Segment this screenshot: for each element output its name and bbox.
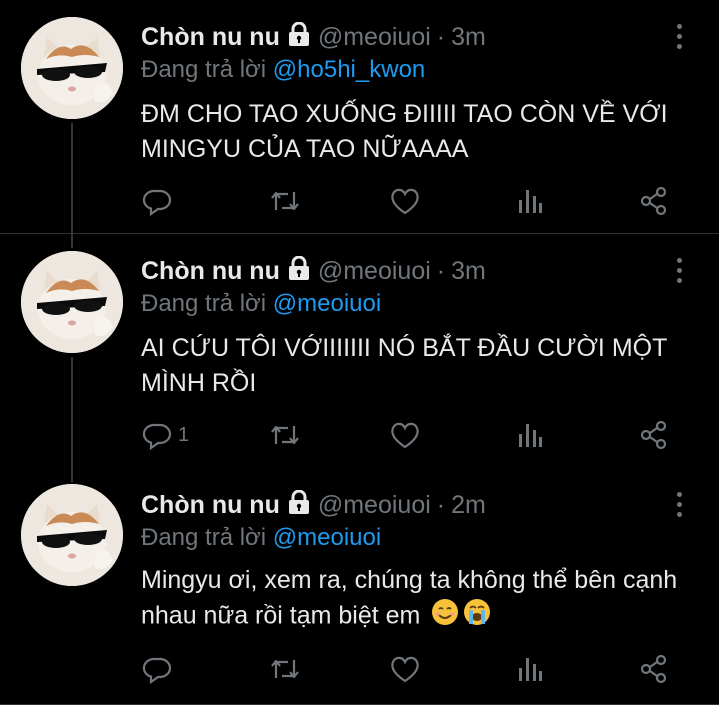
- cat-with-sunglasses-image: [21, 484, 123, 586]
- reply-prefix: Đang trả lời: [141, 524, 267, 551]
- action-bar: [0, 654, 719, 684]
- more-options-icon[interactable]: [675, 258, 685, 288]
- tweet[interactable]: Chòn nu nu @meoiuoi · 2m Đang trả lời @m…: [0, 468, 719, 705]
- reply-context: Đang trả lời @meoiuoi: [141, 290, 381, 318]
- separator-dot: ·: [436, 491, 446, 519]
- like-button[interactable]: [389, 654, 421, 684]
- analytics-icon: [519, 658, 542, 681]
- loudly-crying-face-emoji: [463, 598, 491, 636]
- tweet-text-container: Mingyu ơi, xem ra, chúng ta không thể bê…: [141, 563, 695, 636]
- reply-context: Đang trả lời @ho5hi_kwon: [141, 56, 425, 84]
- share-icon: [640, 186, 667, 216]
- tweet-header: Chòn nu nu @meoiuoi · 3m: [141, 21, 486, 53]
- reply-button[interactable]: 1: [142, 420, 189, 450]
- reply-prefix: Đang trả lời: [141, 56, 267, 83]
- more-options-icon[interactable]: [675, 24, 685, 54]
- like-button[interactable]: [389, 186, 421, 216]
- cat-with-sunglasses-image: [21, 17, 123, 119]
- lock-icon: [288, 21, 310, 53]
- timestamp[interactable]: 2m: [451, 491, 486, 520]
- reply-mention-link[interactable]: @meoiuoi: [273, 524, 381, 551]
- tweet[interactable]: Chòn nu nu @meoiuoi · 3m Đang trả lời @m…: [0, 234, 719, 468]
- retweet-button[interactable]: [268, 186, 302, 216]
- tweet-header: Chòn nu nu @meoiuoi · 2m: [141, 489, 486, 521]
- share-button[interactable]: [639, 420, 669, 450]
- user-handle[interactable]: @meoiuoi: [318, 257, 431, 286]
- retweet-button[interactable]: [268, 420, 302, 450]
- tweet-text: Mingyu ơi, xem ra, chúng ta không thể bê…: [141, 566, 678, 630]
- reply-mention-link[interactable]: @ho5hi_kwon: [273, 56, 425, 83]
- views-button[interactable]: [516, 420, 544, 450]
- display-name[interactable]: Chòn nu nu: [141, 257, 280, 286]
- action-bar: [0, 186, 719, 216]
- user-handle[interactable]: @meoiuoi: [318, 491, 431, 520]
- reply-icon: [142, 657, 172, 684]
- heart-icon: [391, 422, 419, 449]
- tweet[interactable]: Chòn nu nu @meoiuoi · 3m Đang trả lời @h…: [0, 0, 719, 234]
- retweet-icon: [271, 425, 299, 445]
- smiling-face-emoji: [431, 598, 459, 636]
- tweet-text: AI CỨU TÔI VỚIIIIIII NÓ BẮT ĐẦU CƯỜI MỘT…: [141, 334, 667, 397]
- user-handle[interactable]: @meoiuoi: [318, 23, 431, 52]
- reply-icon: [142, 423, 172, 450]
- share-button[interactable]: [639, 186, 669, 216]
- analytics-icon: [519, 424, 542, 447]
- tweet-header: Chòn nu nu @meoiuoi · 3m: [141, 255, 486, 287]
- action-bar: 1: [0, 420, 719, 450]
- reply-button[interactable]: [142, 186, 178, 216]
- reply-context: Đang trả lời @meoiuoi: [141, 524, 381, 552]
- share-button[interactable]: [639, 654, 669, 684]
- tweet-text: ĐM CHO TAO XUỐNG ĐIIIII TAO CÒN VỀ VỚI M…: [141, 100, 668, 163]
- lock-icon: [288, 489, 310, 521]
- retweet-icon: [271, 659, 299, 679]
- timestamp[interactable]: 3m: [451, 257, 486, 286]
- display-name[interactable]: Chòn nu nu: [141, 491, 280, 520]
- retweet-icon: [271, 191, 299, 211]
- avatar[interactable]: [21, 484, 123, 586]
- cat-with-sunglasses-image: [21, 251, 123, 353]
- retweet-button[interactable]: [268, 654, 302, 684]
- display-name[interactable]: Chòn nu nu: [141, 23, 280, 52]
- lock-icon: [288, 255, 310, 287]
- reply-prefix: Đang trả lời: [141, 290, 267, 317]
- share-icon: [640, 654, 667, 684]
- reply-icon: [142, 189, 172, 216]
- reply-button[interactable]: [142, 654, 178, 684]
- views-button[interactable]: [516, 186, 544, 216]
- separator-dot: ·: [436, 257, 446, 285]
- separator-dot: ·: [436, 23, 446, 51]
- heart-icon: [391, 188, 419, 215]
- heart-icon: [391, 656, 419, 683]
- share-icon: [640, 420, 667, 450]
- timestamp[interactable]: 3m: [451, 23, 486, 52]
- more-options-icon[interactable]: [675, 492, 685, 522]
- reply-mention-link[interactable]: @meoiuoi: [273, 290, 381, 317]
- like-button[interactable]: [389, 420, 421, 450]
- avatar[interactable]: [21, 17, 123, 119]
- reply-count: 1: [178, 423, 190, 446]
- analytics-icon: [519, 190, 542, 213]
- avatar[interactable]: [21, 251, 123, 353]
- views-button[interactable]: [516, 654, 544, 684]
